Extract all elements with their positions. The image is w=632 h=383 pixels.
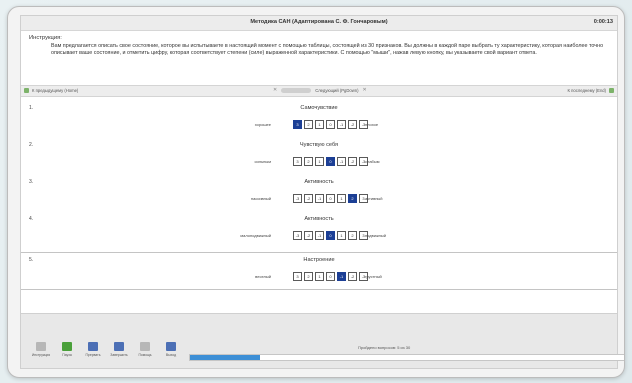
question-title: Настроение [303,257,335,263]
instructions-panel: Инструкция: Вам предлагается описать сво… [21,31,617,85]
scale-option[interactable]: 0 [326,120,335,129]
question-title: Чувствую себя [299,142,339,148]
toolbar-button[interactable]: Пауза [57,342,77,357]
scale-option[interactable]: -3 [293,194,302,203]
question-row: 1. Самочувствие хорошее 3 2 1 0 -1 -2 -3 плохое [21,101,617,136]
question-row: 3. Активность пассивный -3 -2 -1 0 1 2 3 активный [21,175,617,210]
exit-icon [166,342,176,351]
instructions-text: Вам предлагается описать свое состояние,… [51,43,604,56]
right-pole-label: активный [365,196,383,201]
rating-scale: 3 2 1 0 -1 -2 -3 [293,272,368,281]
rating-scale: 3 2 1 0 -1 -2 -3 [293,157,368,166]
finish-icon [114,342,124,351]
title-bar: Методика САН (Адаптирована С. Ф. Гончаро… [21,16,617,31]
navigation-bar: К предыдущему (Home) ✕ Следующий (PgDown… [21,85,617,97]
left-pole-label: хорошее [254,122,271,127]
toolbar-button-label: Завершить [110,353,128,357]
scale-option[interactable]: -1 [337,272,346,281]
pause-icon [62,342,72,351]
scale-option[interactable]: 0 [326,272,335,281]
scale-option[interactable]: 1 [315,272,324,281]
nav-last-button[interactable]: К последнему (End) [568,88,614,93]
toolbar-button-label: Выход [165,353,177,357]
progress-text: Пройдено вопросов: 5 из 30 [358,345,411,350]
bottom-panel: Инструкция Пауза Прервать Завершить Помощь Вы… [21,313,624,368]
nav-first-button[interactable]: К предыдущему (Home) [24,88,78,93]
window-title: Методика САН (Адаптирована С. Ф. Гончаро… [250,19,388,25]
toolbar-button[interactable]: Инструкция [31,342,51,357]
nav-slider[interactable] [281,87,312,93]
progress-fill [190,355,261,360]
stop-icon [88,342,98,351]
toolbar-button-label: Пауза [62,353,72,357]
scale-option[interactable]: 1 [315,157,324,166]
scale-option[interactable]: 2 [304,120,313,129]
question-title: Самочувствие [300,105,338,111]
scale-option[interactable]: 3 [293,120,302,129]
timer: 0:00:13 [593,19,613,25]
scale-option[interactable]: 2 [304,272,313,281]
right-pole-label: подвижный [365,233,386,238]
scale-option[interactable]: -3 [293,231,302,240]
left-pole-label: пассивный [250,196,271,201]
right-pole-label: слабым [365,159,380,164]
toolbar-button-label: Инструкция [31,353,51,357]
tablet-frame: Методика САН (Адаптирована С. Ф. Гончаро… [7,6,625,378]
scale-option[interactable]: -2 [304,194,313,203]
arrow-left-icon [24,88,29,93]
scale-option[interactable]: 1 [315,120,324,129]
nav-next-group: ✕ Следующий (PgDown) ✕ [273,87,367,93]
left-pole-label: малоподвижный [240,233,271,238]
scale-option[interactable]: -1 [337,120,346,129]
progress-bar [189,354,624,361]
scale-option[interactable]: 3 [293,272,302,281]
question-row: 4. Активность малоподвижный -3 -2 -1 0 1 2 3 подви… [21,212,617,250]
right-pole-label: плохое [365,122,379,127]
scale-option[interactable]: 2 [304,157,313,166]
arrow-right-icon [609,88,614,93]
scale-option[interactable]: 1 [337,231,346,240]
scale-option[interactable]: 2 [348,194,357,203]
scale-option[interactable]: -2 [348,120,357,129]
scale-option[interactable]: 2 [348,231,357,240]
exit-button[interactable]: Выход [161,342,181,357]
scale-option[interactable]: -1 [315,231,324,240]
toolbar-button-label: Помощь [138,353,152,357]
left-pole-label: сильным [254,159,272,164]
help-icon [140,342,150,351]
scale-option[interactable]: -1 [315,194,324,203]
toolbar-button-label: Прервать [85,353,101,357]
nav-first-label: К предыдущему (Home) [32,88,79,93]
scale-option[interactable]: 3 [293,157,302,166]
toolbar: Инструкция Пауза Прервать Завершить Помощь Вы… [31,342,181,357]
scale-option[interactable]: -2 [348,272,357,281]
rating-scale: 3 2 1 0 -1 -2 -3 [293,120,368,129]
nav-next-label[interactable]: Следующий (PgDown) [315,88,358,93]
question-title: Активность [304,216,334,222]
nav-last-label: К последнему (End) [567,88,606,93]
close-icon[interactable]: ✕ [273,87,277,93]
scale-option[interactable]: 1 [337,194,346,203]
toolbar-button[interactable]: Завершить [109,342,129,357]
question-title: Активность [304,179,334,185]
instructions-heading: Инструкция: [29,35,62,41]
rating-scale: -3 -2 -1 0 1 2 3 [293,231,368,240]
right-pole-label: грустный [365,274,382,279]
scale-option[interactable]: 0 [326,194,335,203]
scale-option[interactable]: -2 [304,231,313,240]
question-row: 5. Настроение веселый 3 2 1 0 -1 -2 -3 грустный [21,252,617,290]
app-window: Методика САН (Адаптирована С. Ф. Гончаро… [20,15,624,369]
questions-list: 1. Самочувствие хорошее 3 2 1 0 -1 -2 -3 плохое 2. Ч… [21,97,617,301]
toolbar-button[interactable]: Помощь [135,342,155,357]
scale-option[interactable]: 0 [326,157,335,166]
close-icon[interactable]: ✕ [363,87,367,93]
question-row: 2. Чувствую себя сильным 3 2 1 0 -1 -2 -3 слабым [21,138,617,173]
left-pole-label: веселый [255,274,271,279]
toolbar-button[interactable]: Прервать [83,342,103,357]
scale-option[interactable]: 0 [326,231,335,240]
rating-scale: -3 -2 -1 0 1 2 3 [293,194,368,203]
scale-option[interactable]: -1 [337,157,346,166]
scale-option[interactable]: -2 [348,157,357,166]
info-icon [36,342,46,351]
